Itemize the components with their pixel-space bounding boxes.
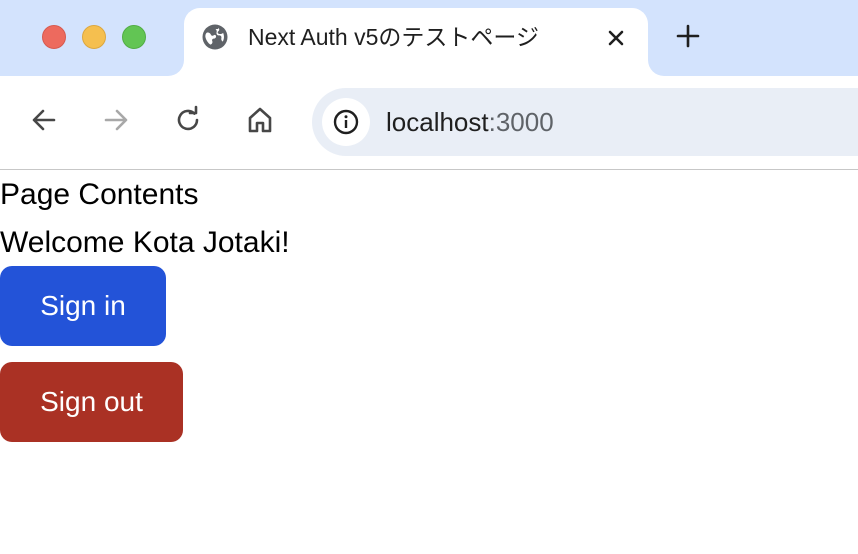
sign-out-button[interactable]: Sign out xyxy=(0,362,183,442)
tab-active[interactable]: Next Auth v5のテストページ xyxy=(184,8,648,76)
arrow-right-icon[interactable] xyxy=(100,104,132,136)
globe-icon xyxy=(200,22,230,52)
arrow-left-icon[interactable] xyxy=(28,104,60,136)
welcome-message: Welcome Kota Jotaki! xyxy=(0,226,290,259)
home-icon[interactable] xyxy=(244,104,276,136)
page-heading: Page Contents xyxy=(0,178,199,211)
tab-strip: Next Auth v5のテストページ xyxy=(0,0,858,76)
reload-icon[interactable] xyxy=(172,104,204,136)
url-host: localhost xyxy=(386,107,489,137)
sign-in-button[interactable]: Sign in xyxy=(0,266,166,346)
site-info-button[interactable] xyxy=(322,98,370,146)
maximize-window-button[interactable] xyxy=(122,25,146,49)
address-bar[interactable]: localhost:3000 xyxy=(312,88,858,156)
url-port: :3000 xyxy=(488,107,554,137)
tab-title: Next Auth v5のテストページ xyxy=(248,24,539,50)
close-window-button[interactable] xyxy=(42,25,66,49)
minimize-window-button[interactable] xyxy=(82,25,106,49)
browser-window: Next Auth v5のテストページ localhost:3000 Page … xyxy=(0,0,858,554)
plus-icon[interactable] xyxy=(672,20,704,52)
info-icon xyxy=(333,109,359,135)
page-content: Page Contents Welcome Kota Jotaki! Sign … xyxy=(0,170,858,554)
close-icon[interactable] xyxy=(602,24,630,52)
toolbar: localhost:3000 xyxy=(0,76,858,169)
url-text[interactable]: localhost:3000 xyxy=(386,106,554,138)
